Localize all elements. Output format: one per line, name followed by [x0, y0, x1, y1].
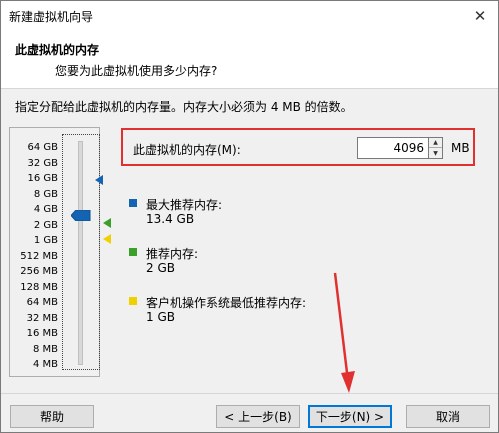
- min-recommended-marker-icon: [103, 234, 111, 244]
- title-bar: 新建虚拟机向导 ✕: [1, 1, 498, 31]
- instruction-text: 指定分配给此虚拟机的内存量。内存大小必须为 4 MB 的倍数。: [15, 100, 353, 114]
- recommended-square-icon: [129, 248, 137, 256]
- legend-max-title: 最大推荐内存:: [146, 198, 223, 212]
- recommended-marker-icon: [103, 218, 111, 228]
- annotation-arrow-icon: [333, 272, 355, 393]
- cancel-button[interactable]: 取消: [406, 405, 490, 428]
- memory-stepper[interactable]: ▲ ▼: [429, 137, 443, 159]
- wizard-header: 此虚拟机的内存 您要为此虚拟机使用多少内存?: [1, 31, 498, 89]
- scale-label: 512 MB: [20, 250, 58, 262]
- scale-label: 128 MB: [20, 281, 58, 293]
- new-vm-wizard-window: 新建虚拟机向导 ✕ 此虚拟机的内存 您要为此虚拟机使用多少内存? 指定分配给此虚…: [0, 0, 499, 433]
- legend-recommended-value: 2 GB: [146, 261, 175, 275]
- scale-label: 2 GB: [33, 219, 58, 231]
- scale-label: 64 MB: [26, 297, 58, 308]
- help-button[interactable]: 帮助: [10, 405, 94, 428]
- legend-recommended-title: 推荐内存:: [146, 247, 199, 261]
- memory-label: 此虚拟机的内存(M):: [133, 143, 241, 157]
- memory-slider[interactable]: [62, 134, 100, 370]
- scale-label: 16 MB: [26, 328, 58, 339]
- spin-up-icon[interactable]: ▲: [429, 138, 442, 148]
- legend-min-title: 客户机操作系统最低推荐内存:: [146, 296, 307, 310]
- scale-label: 32 GB: [27, 157, 58, 169]
- memory-scale-panel: 64 GB 32 GB 16 GB 8 GB 4 GB 2 GB 1 GB 51…: [9, 127, 100, 377]
- close-icon[interactable]: ✕: [462, 1, 498, 31]
- scale-labels: 64 GB 32 GB 16 GB 8 GB 4 GB 2 GB 1 GB 51…: [10, 140, 60, 373]
- scale-label: 4 MB: [32, 359, 58, 370]
- memory-input[interactable]: [357, 137, 429, 159]
- max-recommended-marker-icon: [95, 175, 103, 185]
- slider-thumb[interactable]: [71, 210, 91, 221]
- scale-label: 4 GB: [33, 204, 58, 215]
- window-title: 新建虚拟机向导: [9, 10, 94, 24]
- memory-input-row: 此虚拟机的内存(M): ▲ ▼ MB: [121, 128, 475, 166]
- scale-label: 32 MB: [26, 312, 58, 324]
- legend-min-value: 1 GB: [146, 310, 175, 324]
- scale-label: 8 MB: [32, 343, 58, 355]
- slider-track[interactable]: [78, 141, 83, 365]
- scale-label: 16 GB: [27, 173, 58, 184]
- scale-label: 256 MB: [20, 266, 58, 277]
- next-button[interactable]: 下一步(N) >: [308, 405, 392, 428]
- wizard-footer: 帮助 < 上一步(B) 下一步(N) > 取消: [1, 393, 498, 432]
- memory-unit: MB: [451, 141, 470, 155]
- min-square-icon: [129, 297, 137, 305]
- spin-down-icon[interactable]: ▼: [429, 148, 442, 158]
- back-button[interactable]: < 上一步(B): [216, 405, 300, 428]
- scale-label: 1 GB: [33, 235, 58, 246]
- legend-max-value: 13.4 GB: [146, 212, 195, 226]
- scale-label: 64 GB: [27, 142, 58, 153]
- scale-label: 8 GB: [33, 188, 58, 200]
- page-title: 此虚拟机的内存: [15, 43, 100, 57]
- page-subtitle: 您要为此虚拟机使用多少内存?: [55, 64, 218, 78]
- max-square-icon: [129, 199, 137, 207]
